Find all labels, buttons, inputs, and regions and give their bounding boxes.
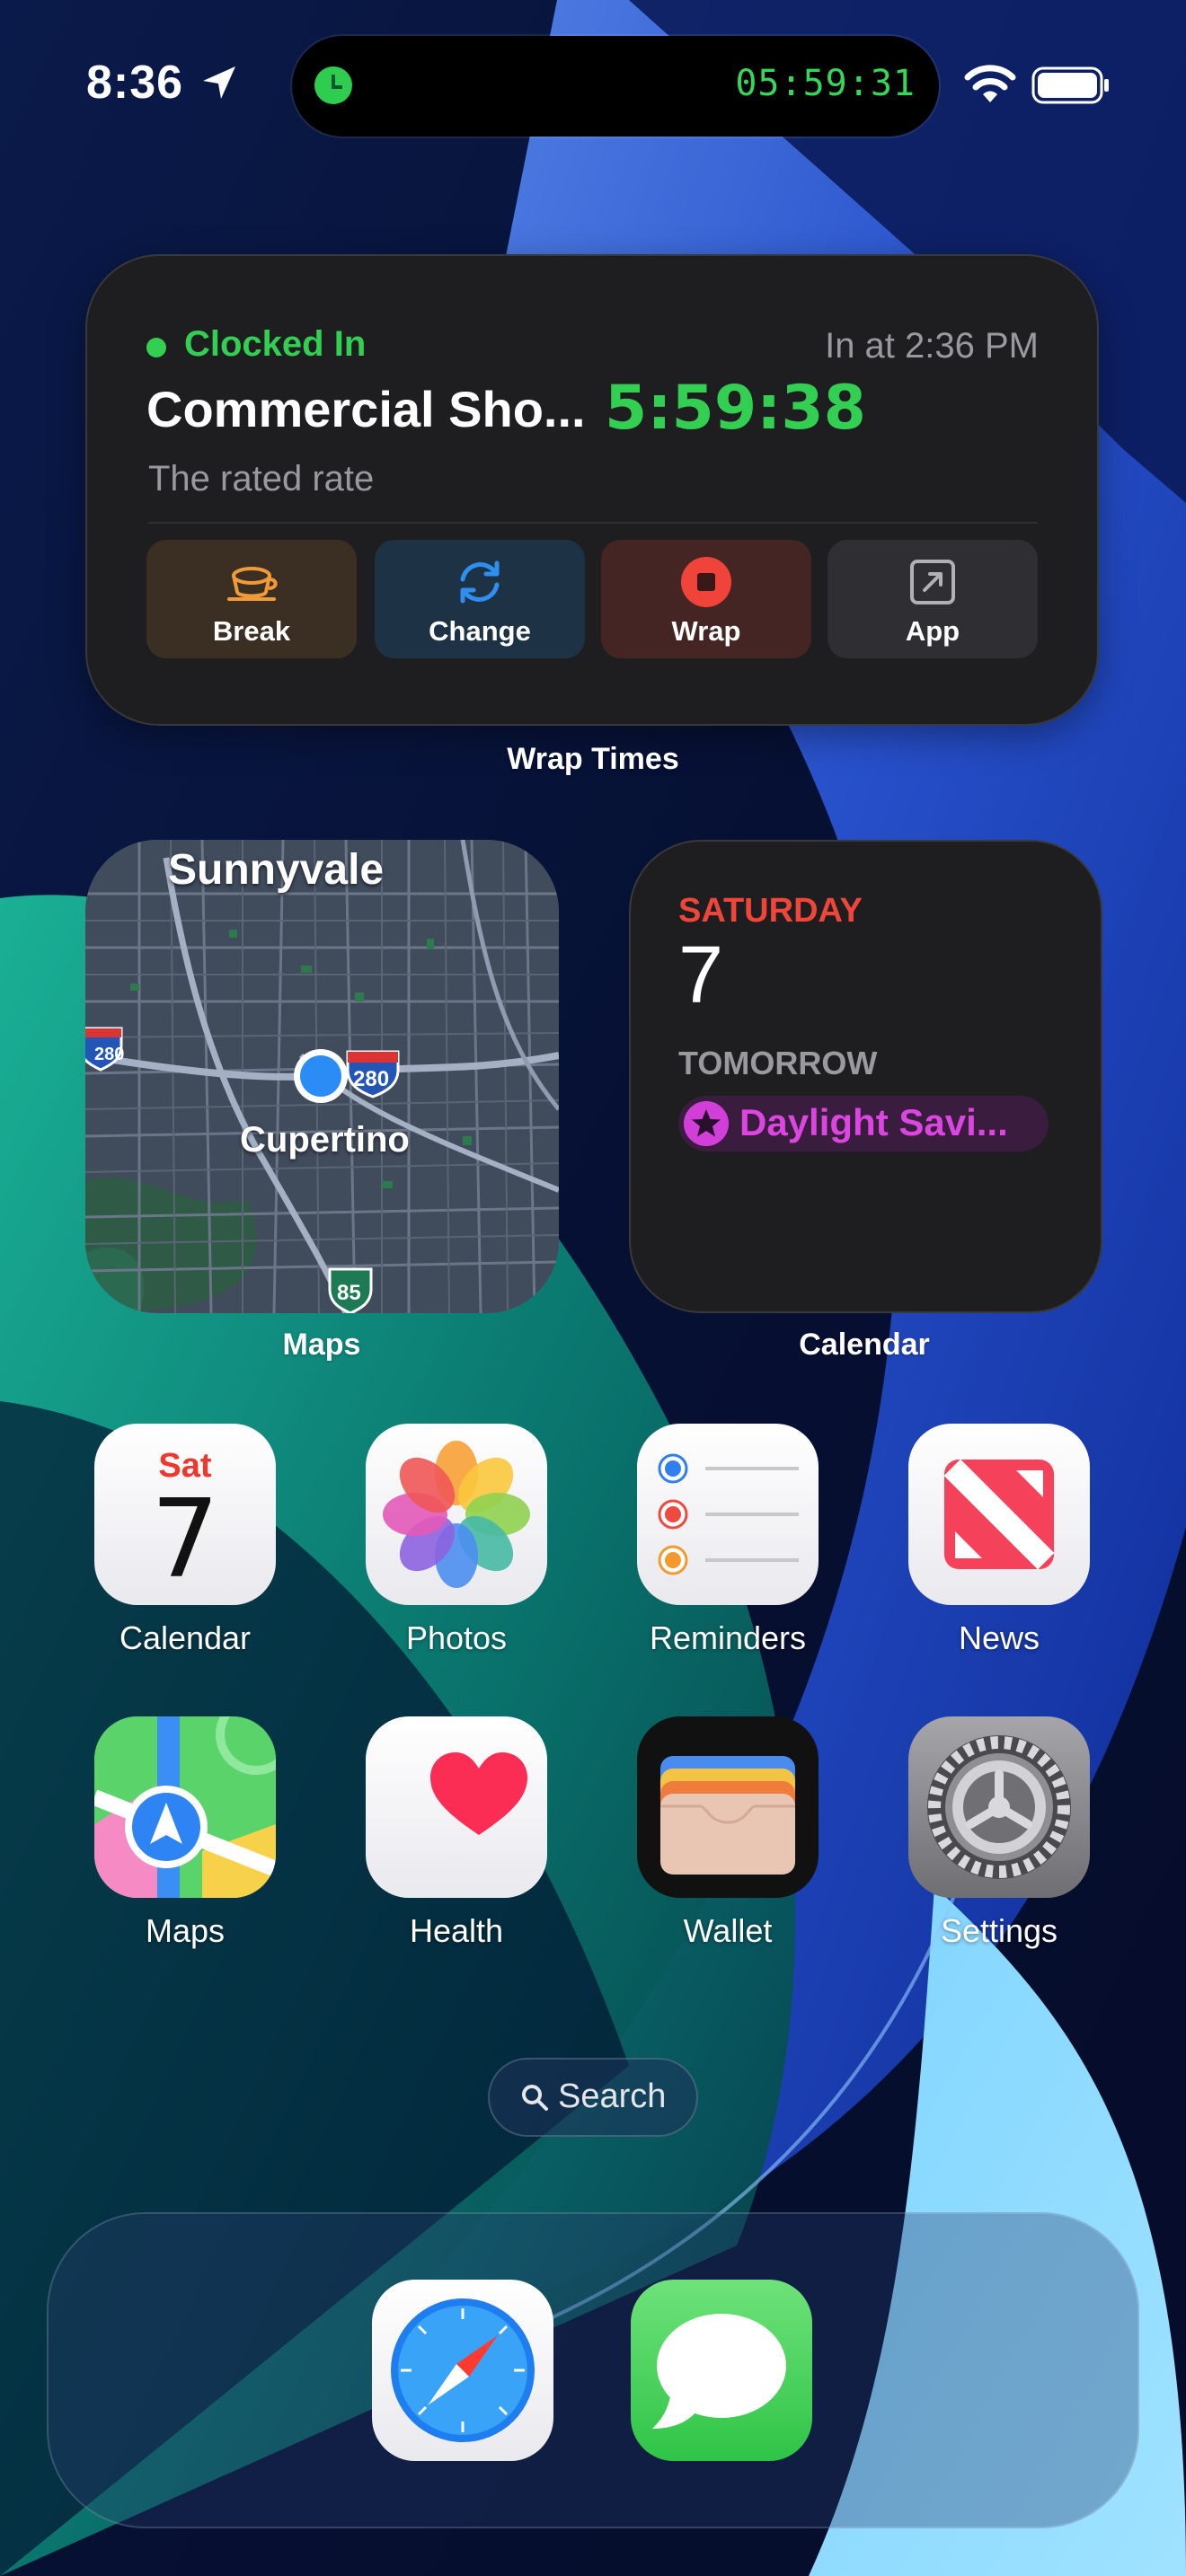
widget-caption-wrap-times: Wrap Times: [507, 742, 679, 776]
reminders-app-icon: [637, 1424, 819, 1605]
clock-icon: [314, 66, 352, 104]
app-label-news: News: [958, 1619, 1040, 1656]
app-calendar[interactable]: Sat 7 Calendar: [94, 1424, 276, 1657]
app-label-wallet: Wallet: [683, 1912, 773, 1949]
star-icon: [684, 1101, 729, 1146]
change-button[interactable]: Change: [375, 540, 585, 658]
widget-caption-calendar: Calendar: [799, 1328, 930, 1362]
app-news[interactable]: News: [908, 1424, 1090, 1657]
messages-app-icon: [631, 2280, 812, 2461]
clock-in-time: In at 2:36 PM: [825, 326, 1039, 366]
svg-text:85: 85: [337, 1281, 361, 1305]
calendar-date: 7: [678, 931, 724, 1020]
live-activity-timer: 05:59:31: [735, 63, 916, 104]
wrap-button[interactable]: Wrap: [601, 540, 811, 658]
calendar-event[interactable]: Daylight Savi...: [678, 1096, 1049, 1151]
maps-app-icon: [94, 1716, 276, 1898]
safari-app-icon: [372, 2280, 553, 2461]
status-dot: [146, 338, 166, 357]
clock-status: Clocked In: [184, 324, 367, 364]
calendar-app-icon: Sat 7: [94, 1424, 276, 1605]
svg-text:280: 280: [94, 1045, 124, 1064]
dock-app-messages[interactable]: [631, 2280, 812, 2513]
app-label: App: [905, 615, 960, 647]
app-label-reminders: Reminders: [649, 1619, 807, 1656]
elapsed-time: 5:59:38: [605, 373, 866, 444]
divider: [148, 522, 1038, 524]
magnifier-icon: [522, 2085, 548, 2111]
break-button[interactable]: Break: [146, 540, 357, 658]
app-label-health: Health: [409, 1912, 504, 1949]
app-label-maps: Maps: [145, 1912, 226, 1949]
maps-widget[interactable]: 280 280 85 Sunnyvale Cupertino: [85, 840, 559, 1313]
app-health[interactable]: Health: [366, 1716, 547, 1950]
widget-caption-maps: Maps: [282, 1328, 361, 1362]
rate-label: The rated rate: [148, 459, 375, 498]
stop-icon: [681, 557, 731, 607]
location-arrow-icon: [203, 66, 235, 99]
app-photos[interactable]: Photos: [366, 1424, 547, 1657]
calendar-weekday: SATURDAY: [678, 892, 863, 930]
interstate-280-shield-left: 280: [85, 1027, 124, 1072]
photos-app-icon: [366, 1424, 547, 1605]
search-label: Search: [558, 2078, 667, 2115]
health-app-icon: [366, 1716, 547, 1898]
status-time: 8:36: [86, 57, 184, 109]
app-settings[interactable]: Settings: [908, 1716, 1090, 1950]
break-label: Break: [212, 615, 291, 647]
open-external-icon: [910, 560, 955, 604]
wallet-app-icon: [637, 1716, 819, 1898]
change-label: Change: [429, 615, 531, 647]
settings-app-icon: [908, 1716, 1090, 1898]
dock-app-safari[interactable]: [372, 2280, 553, 2513]
svg-text:280: 280: [353, 1067, 389, 1091]
news-app-icon: [908, 1424, 1090, 1605]
wifi-icon: [964, 65, 1016, 102]
map-canvas: 280 280 85: [85, 840, 559, 1313]
calendar-widget[interactable]: SATURDAY 7 TOMORROW Daylight Savi...: [629, 840, 1102, 1313]
app-label-photos: Photos: [405, 1619, 508, 1656]
map-city-sunnyvale: Sunnyvale: [168, 846, 385, 894]
app-label-settings: Settings: [940, 1912, 1058, 1949]
map-city-cupertino: Cupertino: [240, 1120, 410, 1160]
calendar-event-title: Daylight Savi...: [739, 1101, 1008, 1143]
search-button[interactable]: Search: [488, 2058, 698, 2137]
wrap-label: Wrap: [671, 615, 741, 647]
app-reminders[interactable]: Reminders: [637, 1424, 819, 1657]
calendar-tomorrow-label: TOMORROW: [678, 1045, 878, 1081]
app-maps[interactable]: Maps: [94, 1716, 276, 1950]
calendar-icon-date: 7: [150, 1478, 220, 1602]
coffee-cup-icon: [227, 567, 278, 601]
dock: [47, 2212, 1139, 2528]
refresh-icon: [460, 560, 500, 604]
wrap-times-widget[interactable]: Clocked In In at 2:36 PM Commercial Sho.…: [85, 254, 1099, 726]
app-wallet[interactable]: Wallet: [637, 1716, 819, 1950]
app-label-calendar: Calendar: [119, 1619, 252, 1656]
open-app-button[interactable]: App: [828, 540, 1038, 658]
battery-full-icon: [1031, 66, 1109, 104]
dynamic-island[interactable]: 05:59:31: [292, 36, 939, 137]
job-title: Commercial Sho...: [146, 381, 586, 437]
